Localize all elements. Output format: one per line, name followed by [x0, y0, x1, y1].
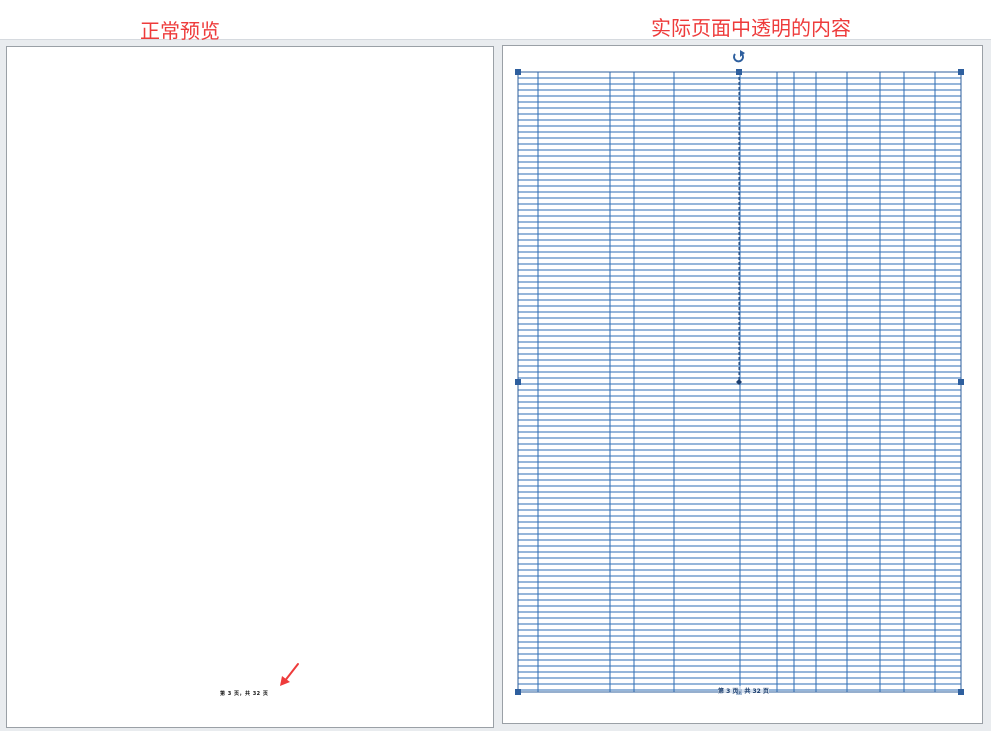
page-footer-right: 第 3 页，共 32 页	[718, 686, 769, 695]
rotate-icon[interactable]	[733, 50, 745, 63]
normal-preview-caption: 正常预览	[140, 19, 220, 43]
handle-top-center[interactable]	[736, 69, 742, 75]
handle-bottom-right[interactable]	[958, 689, 964, 695]
handle-middle-left[interactable]	[515, 379, 521, 385]
handle-top-right[interactable]	[958, 69, 964, 75]
selected-table-object[interactable]	[502, 45, 983, 724]
handle-middle-right[interactable]	[958, 379, 964, 385]
handle-bottom-left[interactable]	[515, 689, 521, 695]
red-arrow-icon	[280, 663, 299, 686]
normal-preview-page	[6, 46, 494, 728]
handle-top-left[interactable]	[515, 69, 521, 75]
page-footer-left: 第 3 页，共 32 页	[220, 691, 269, 697]
transparent-content-caption: 实际页面中透明的内容	[651, 16, 851, 40]
